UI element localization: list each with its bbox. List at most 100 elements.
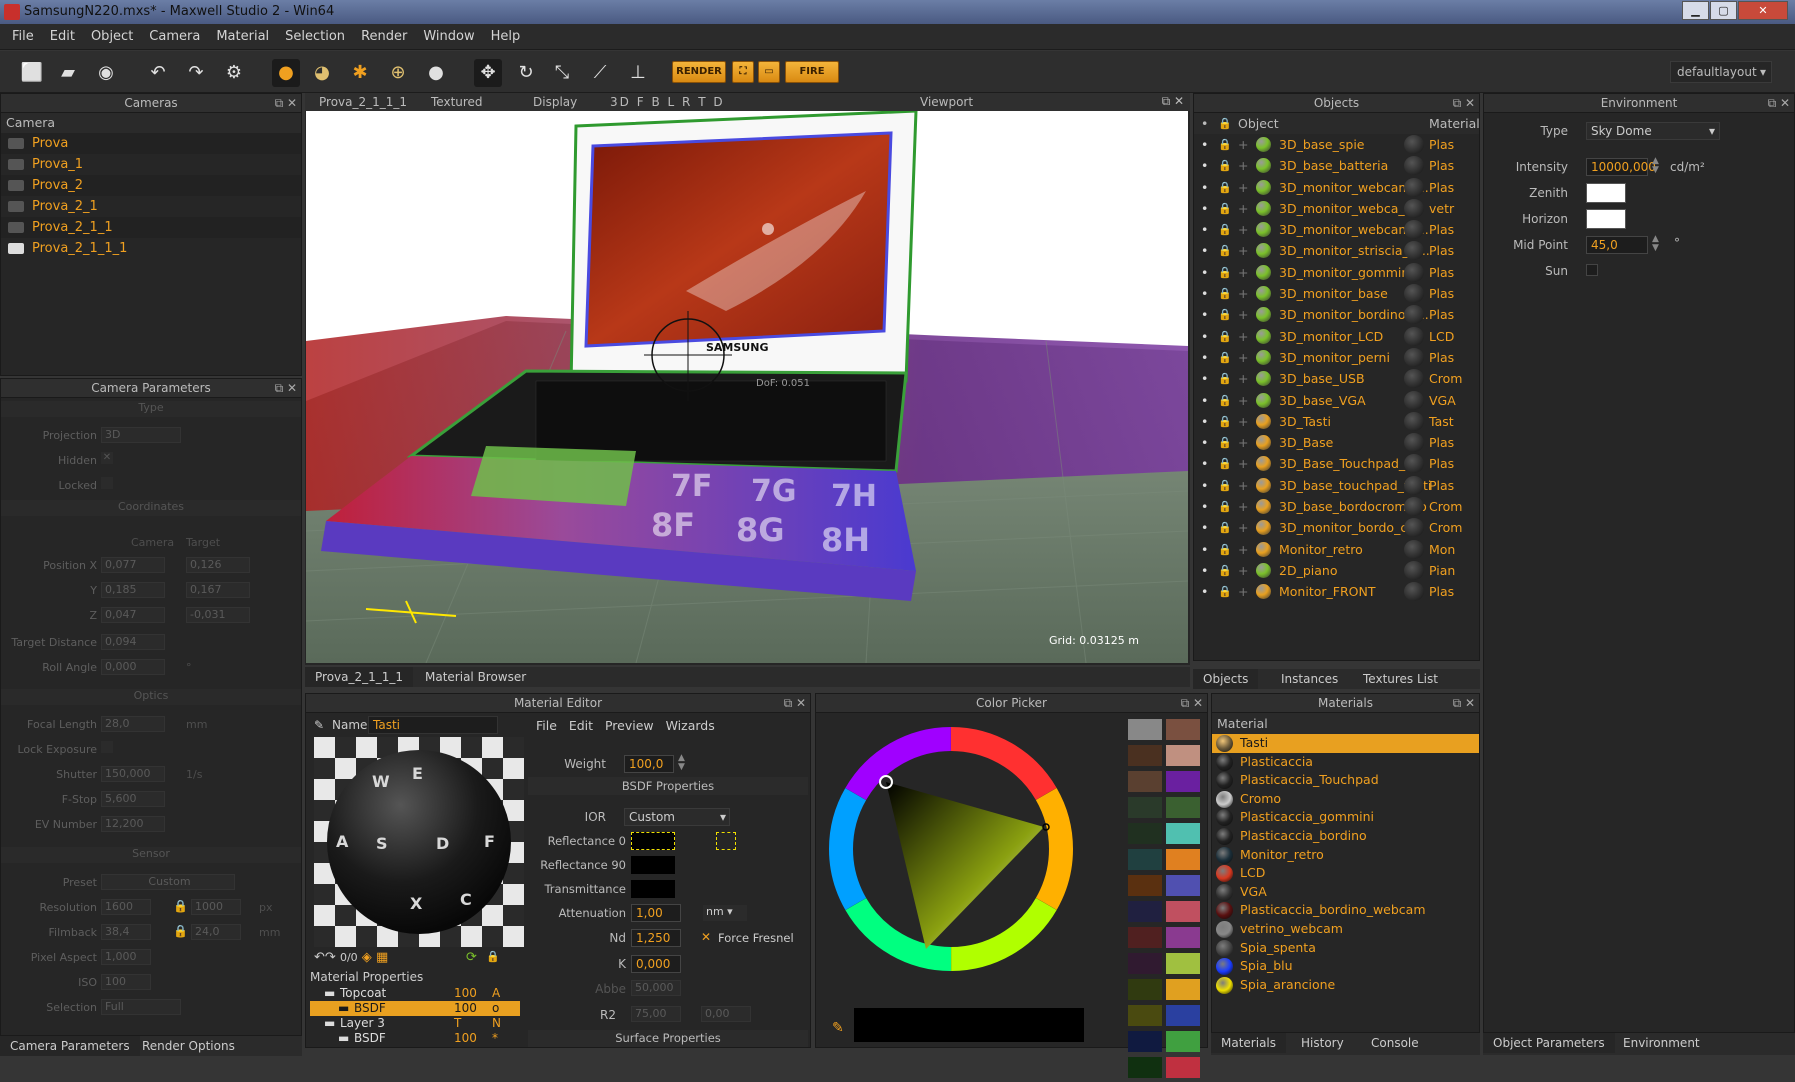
visibility-icon[interactable]: • [1201,347,1208,368]
palette-swatch[interactable] [1166,797,1200,818]
refresh-icon[interactable]: ⟳ [466,950,477,965]
object-row[interactable]: • 🔒 +2D_piano Pian [1194,560,1479,581]
intensity-stepper[interactable]: ▲ ▼ [1652,157,1659,175]
tab-textures-list[interactable]: Textures List [1353,669,1448,689]
pivot-tool-icon[interactable]: ⟋ [586,59,614,87]
focal-length-field[interactable]: 28,0 [101,716,165,732]
lock-icon[interactable]: 🔒 [1218,240,1232,261]
object-row[interactable]: • 🔒 +3D_monitor_base Plas [1194,283,1479,304]
expand-icon[interactable]: + [1238,347,1248,368]
expand-icon[interactable]: + [1238,581,1248,602]
lock-icon[interactable]: 🔒 [1218,326,1232,347]
tab-render-options[interactable]: Render Options [132,1036,245,1056]
object-row[interactable]: • 🔒 +3D_monitor_webcam_... Plas [1194,177,1479,198]
object-row[interactable]: • 🔒 +3D_base_batteria Plas [1194,155,1479,176]
palette-swatch[interactable] [1128,901,1162,922]
tab-material-browser[interactable]: Material Browser [415,667,536,687]
reflectance0-texture[interactable] [716,832,736,850]
light-emitter-icon[interactable]: ✱ [346,59,374,87]
abbe-field[interactable]: 50,000 [631,980,681,996]
visibility-icon[interactable]: • [1201,453,1208,474]
visibility-icon[interactable]: • [1201,475,1208,496]
palette-swatch[interactable] [1128,875,1162,896]
lock-exposure-checkbox[interactable] [101,741,113,753]
render-sphere-icon[interactable]: ● [422,59,450,87]
scale-tool-icon[interactable]: ⤡ [548,59,576,87]
palette-swatch[interactable] [1166,927,1200,948]
lock-icon[interactable]: 🔒 [1218,262,1232,283]
menu-file[interactable]: File [0,24,42,49]
camera-list-item[interactable]: Prova_2_1_1_1 [1,238,301,259]
lock-icon[interactable]: 🔒 [1218,198,1232,219]
view-down[interactable]: D [713,95,724,109]
redo-icon[interactable]: ↷ [182,59,210,87]
object-row[interactable]: • 🔒 +3D_monitor_gommini Plas [1194,262,1479,283]
material-list-item[interactable]: VGA [1212,883,1479,902]
align-tool-icon[interactable]: ⊥ [624,59,652,87]
palette-swatch[interactable] [1128,771,1162,792]
preset-select[interactable]: Custom [101,874,235,890]
visibility-icon[interactable]: • [1201,539,1208,560]
visibility-icon[interactable]: • [1201,240,1208,261]
render-preview-icon[interactable]: ◈ [362,950,372,965]
panel-close-icon[interactable]: ⧉ ✕ [275,379,297,398]
view-top[interactable]: T [698,95,707,109]
lock-icon[interactable]: 🔒 [173,899,188,913]
panel-close-icon[interactable]: ⧉ ✕ [1768,94,1790,113]
save-disc-icon[interactable]: ◉ [92,59,120,87]
roll-angle-field[interactable]: 0,000 [101,659,165,675]
resolution-width-field[interactable]: 1600 [101,899,151,915]
material-list-item[interactable]: Tasti [1212,734,1479,753]
palette-swatch[interactable] [1128,745,1162,766]
palette-swatch[interactable] [1128,797,1162,818]
palette-swatch[interactable] [1166,1005,1200,1026]
lock-icon[interactable]: 🔒 [1218,219,1232,240]
camera-coord-field[interactable]: 0,077 [101,557,165,573]
lock-icon[interactable]: 🔒 [1218,560,1232,581]
camera-list-item[interactable]: Prova_2_1_1 [1,217,301,238]
object-row[interactable]: • 🔒 + Monitor_FRONT Plas [1194,581,1479,602]
palette-swatch[interactable] [1166,719,1200,740]
visibility-icon[interactable]: • [1201,326,1208,347]
palette-swatch[interactable] [1128,927,1162,948]
object-row[interactable]: • 🔒 +3D_base_USB Crom [1194,368,1479,389]
fstop-field[interactable]: 5,600 [101,791,165,807]
view-right[interactable]: R [682,95,692,109]
object-row[interactable]: • 🔒 +3D_monitor_bordo_cr... Crom [1194,517,1479,538]
reflectance0-swatch[interactable] [631,832,675,850]
palette-swatch[interactable] [1128,953,1162,974]
sky-type-select[interactable]: Sky Dome ▾ [1586,122,1720,140]
material-layer-row[interactable]: ▬ BSDF 100 * [310,1031,520,1046]
palette-swatch[interactable] [1128,1057,1162,1078]
visibility-icon[interactable]: • [1201,155,1208,176]
material-list-item[interactable]: Spia_arancione [1212,976,1479,995]
visibility-icon[interactable]: • [1201,368,1208,389]
layout-select[interactable]: defaultlayout ▾ [1670,61,1772,83]
palette-swatch[interactable] [1166,849,1200,870]
material-layer-row[interactable]: ▬ Topcoat 100 A [310,986,520,1001]
lock-icon[interactable]: 🔒 [1218,581,1232,602]
tab-materials[interactable]: Materials [1211,1033,1287,1053]
redo-icon[interactable]: ↷ [325,950,336,965]
palette-swatch[interactable] [1166,901,1200,922]
lock-icon[interactable]: 🔒 [1218,283,1232,304]
panel-close-icon[interactable]: ⧉ ✕ [1162,94,1184,109]
expand-icon[interactable]: + [1238,475,1248,496]
k-field[interactable]: 0,000 [631,955,681,973]
minimize-button[interactable]: ▁ [1682,1,1709,20]
expand-icon[interactable]: + [1238,517,1248,538]
expand-icon[interactable]: + [1238,262,1248,283]
expand-icon[interactable]: + [1238,453,1248,474]
lock-icon[interactable]: 🔒 [1218,432,1232,453]
menu-render[interactable]: Render [353,24,415,49]
tab-environment[interactable]: Environment [1613,1033,1710,1053]
object-row[interactable]: • 🔒 +3D_monitor_perni Plas [1194,347,1479,368]
visibility-icon[interactable]: • [1201,517,1208,538]
target-coord-field[interactable]: 0,167 [186,582,250,598]
filmback-width-field[interactable]: 38,4 [101,924,151,940]
palette-swatch[interactable] [1166,953,1200,974]
lock-icon[interactable]: 🔒 [173,924,188,938]
object-row[interactable]: • 🔒 +3D_monitor_bordinolu... Plas [1194,304,1479,325]
attenuation-field[interactable]: 1,00 [631,904,681,922]
target-coord-field[interactable]: -0,031 [186,607,250,623]
